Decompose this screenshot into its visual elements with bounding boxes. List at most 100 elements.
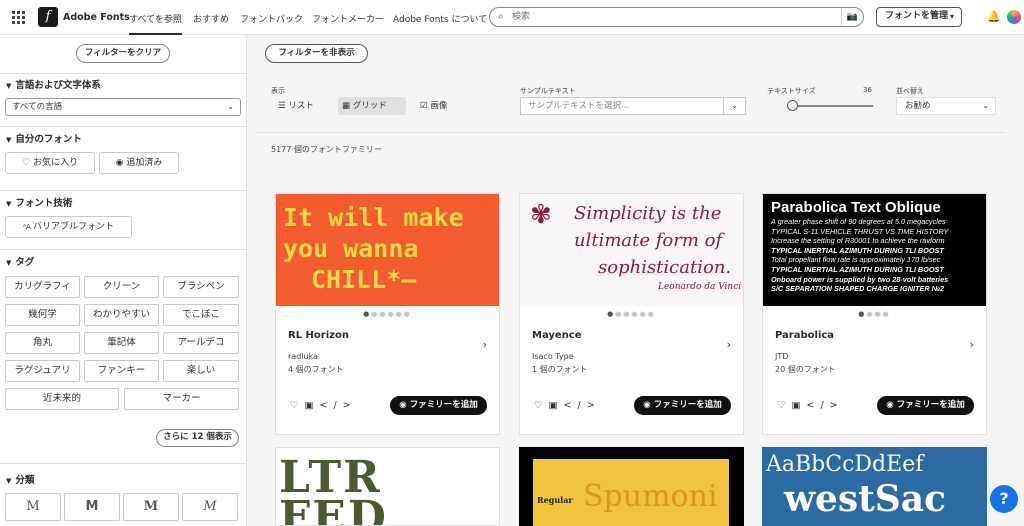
tag-luxury[interactable]: ラグジュアリ: [5, 360, 80, 382]
favorites-button[interactable]: ♡ お気に入り: [5, 152, 95, 174]
tag-calligraphy[interactable]: カリグラフィ: [5, 276, 80, 298]
list-view-button[interactable]: ☰ リスト: [274, 97, 330, 115]
font-card-mayence[interactable]: ✾ Simplicity is the ultimate form of sop…: [519, 193, 744, 435]
tag-bumpy[interactable]: でこぼこ: [163, 304, 239, 326]
tag-geometric[interactable]: 幾何学: [5, 304, 80, 326]
font-preview-image[interactable]: Regular Spumoni L: [533, 459, 729, 526]
image-toggle[interactable]: ☑ 画像: [416, 97, 466, 115]
preview-line: sophistication.: [598, 257, 732, 278]
bookmark-icon[interactable]: ▣: [549, 400, 564, 411]
font-card-partial[interactable]: Regular Spumoni L: [519, 447, 744, 526]
font-preview-image[interactable]: AaBbCcDdEef westSac: [766, 451, 946, 519]
manage-fonts-button[interactable]: フォントを管理 ▾: [876, 7, 962, 27]
tag-fun[interactable]: 楽しい: [163, 360, 239, 382]
chevron-right-icon[interactable]: ›: [970, 338, 974, 351]
heart-icon[interactable]: ♡: [534, 400, 549, 411]
tag-rounded[interactable]: 角丸: [5, 332, 80, 354]
top-bar: f Adobe Fonts すべてを参照 おすすめ フォントパック フォントメー…: [0, 0, 1024, 35]
language-section-title[interactable]: ▼ 言語および文字体系: [6, 77, 101, 91]
classification-serif[interactable]: M: [64, 493, 120, 521]
nav-font-packs[interactable]: フォントパック: [240, 12, 303, 25]
preview-line: Leonardo da Vinci: [658, 282, 742, 292]
bell-icon[interactable]: 🔔: [987, 10, 1001, 23]
font-card-parabolica[interactable]: Parabolica Text Oblique A greater phase …: [762, 193, 987, 435]
add-family-button[interactable]: ◉ ファミリーを追加: [877, 396, 974, 415]
avatar[interactable]: [1007, 10, 1021, 24]
grid-view-button[interactable]: ▦ グリッド: [338, 97, 406, 115]
chevron-right-icon[interactable]: ›: [727, 338, 731, 351]
font-family-name[interactable]: Mayence: [532, 330, 582, 341]
font-card-rl-horizon[interactable]: It will make you wanna CHILL*— ●●●●●● RL…: [275, 193, 500, 435]
heart-icon[interactable]: ♡: [777, 400, 792, 411]
code-icon[interactable]: </>: [807, 400, 844, 411]
font-family-name[interactable]: RL Horizon: [288, 330, 349, 341]
show-more-tags-button[interactable]: さらに 12 個表示: [156, 429, 239, 447]
nav-recommended[interactable]: おすすめ: [193, 12, 229, 25]
tag-funky[interactable]: ファンキー: [84, 360, 159, 382]
heart-icon: ♡: [22, 158, 33, 168]
nav-browse-all[interactable]: すべてを参照: [129, 12, 182, 35]
chevron-right-icon[interactable]: ›: [483, 338, 487, 351]
preview-pagination[interactable]: ●●●●: [763, 310, 986, 318]
heart-icon[interactable]: ♡: [290, 400, 305, 411]
list-view-label: リスト: [288, 101, 314, 111]
app-switcher-icon[interactable]: [12, 11, 25, 24]
add-family-button[interactable]: ◉ ファミリーを追加: [634, 396, 731, 415]
bookmark-icon[interactable]: ▣: [792, 400, 807, 411]
chevron-down-icon[interactable]: ⌄: [723, 98, 745, 114]
checkbox-checked-icon[interactable]: ☑: [420, 101, 430, 111]
brand-name[interactable]: Adobe Fonts: [63, 12, 130, 23]
font-preview-image[interactable]: LTR FED: [279, 456, 388, 526]
tag-legible[interactable]: わかりやすい: [84, 304, 159, 326]
classification-section-title[interactable]: ▼ 分類: [6, 472, 34, 486]
added-button[interactable]: ◉ 追加済み: [99, 152, 179, 174]
preview-line: It will make: [283, 203, 464, 232]
language-select-value: すべての言語: [12, 102, 63, 112]
font-family-name[interactable]: Parabolica: [775, 330, 834, 341]
preview-line: S/C SEPARATION SHAPED CHARGE IGNITER №2: [771, 284, 945, 294]
language-select[interactable]: すべての言語 ⌄: [5, 98, 241, 116]
tags-section-title[interactable]: ▼ タグ: [6, 254, 34, 268]
font-card-partial[interactable]: AaBbCcDdEef westSac: [762, 447, 987, 526]
sort-select[interactable]: お勧め ⌄: [896, 97, 996, 115]
classification-sans-serif[interactable]: M: [5, 493, 61, 521]
sample-text-select[interactable]: サンプルテキストを選択... ⌄: [520, 97, 746, 115]
code-icon[interactable]: </>: [564, 400, 601, 411]
tag-script[interactable]: 筆記体: [84, 332, 159, 354]
nav-foundries[interactable]: フォントメーカー: [312, 12, 384, 25]
classification-script[interactable]: M: [182, 493, 238, 521]
tag-art-deco[interactable]: アールデコ: [163, 332, 239, 354]
bookmark-icon[interactable]: ▣: [305, 400, 320, 411]
preview-pagination[interactable]: ●●●●●●: [520, 310, 743, 318]
hide-filters-button[interactable]: フィルターを非表示: [265, 44, 368, 63]
adobe-fonts-logo-icon[interactable]: f: [38, 7, 58, 27]
font-card-partial[interactable]: LTR FED: [275, 447, 500, 526]
preview-pagination[interactable]: ●●●●●●: [276, 310, 499, 318]
search-input[interactable]: [512, 10, 822, 24]
font-preview-image[interactable]: ✾ Simplicity is the ultimate form of sop…: [520, 194, 743, 306]
tag-marker[interactable]: マーカー: [124, 388, 239, 410]
code-icon[interactable]: </>: [320, 400, 357, 411]
classification-slab[interactable]: M: [123, 493, 179, 521]
foundry-name[interactable]: Isaco Type: [532, 352, 574, 361]
add-family-label: ファミリーを追加: [896, 400, 965, 410]
font-preview-image[interactable]: It will make you wanna CHILL*—: [276, 194, 499, 306]
font-count: 20 個のフォント: [775, 365, 836, 374]
tag-futuristic[interactable]: 近未来的: [5, 388, 119, 410]
tag-brush-pen[interactable]: ブラシペン: [163, 276, 239, 298]
text-size-slider-track[interactable]: [787, 105, 873, 107]
font-preview-image[interactable]: Parabolica Text Oblique A greater phase …: [763, 194, 986, 306]
text-size-slider-handle[interactable]: [787, 100, 798, 111]
add-family-button[interactable]: ◉ ファミリーを追加: [390, 396, 487, 415]
help-button[interactable]: ?: [990, 485, 1018, 513]
clear-filters-button[interactable]: フィルターをクリア: [76, 44, 170, 63]
variable-fonts-button[interactable]: ᴬA バリアブルフォント: [5, 216, 132, 238]
camera-search-icon[interactable]: 📷: [841, 8, 863, 26]
font-tech-section-title[interactable]: ▼ フォント技術: [6, 195, 72, 209]
foundry-name[interactable]: radluka: [288, 352, 318, 361]
foundry-name[interactable]: JTD: [775, 352, 788, 361]
tag-clean[interactable]: クリーン: [84, 276, 159, 298]
card-actions: ♡▣</>: [534, 400, 601, 411]
my-fonts-section-title[interactable]: ▼ 自分のフォント: [6, 131, 82, 145]
nav-about[interactable]: Adobe Fonts について: [393, 12, 487, 25]
